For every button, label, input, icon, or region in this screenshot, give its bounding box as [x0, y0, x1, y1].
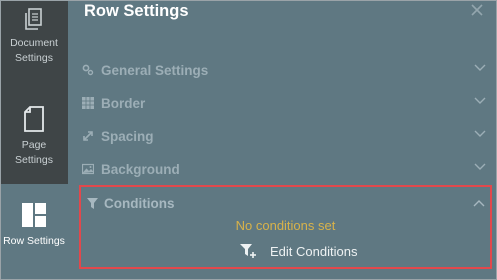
filter-icon	[87, 197, 98, 209]
filter-plus-icon	[240, 244, 256, 258]
edit-conditions-label: Edit Conditions	[270, 243, 358, 259]
section-label: Border	[101, 95, 146, 111]
settings-sidebar: Document Settings Page Settings Row Sett…	[0, 0, 68, 280]
page-icon	[24, 106, 44, 132]
no-conditions-text: No conditions set	[235, 218, 336, 233]
section-background[interactable]: Background	[82, 158, 486, 180]
section-border[interactable]: Border	[82, 92, 486, 114]
section-label: General Settings	[101, 62, 209, 78]
chevron-up-icon	[473, 200, 485, 207]
sidebar-item-row-settings[interactable]: Row Settings	[0, 184, 68, 280]
conditions-section: Conditions No conditions set Edit Condit…	[79, 185, 492, 269]
section-spacing[interactable]: Spacing	[82, 125, 486, 147]
section-conditions[interactable]: Conditions	[87, 193, 485, 213]
sidebar-item-label: Page	[21, 139, 47, 151]
chevron-down-icon	[474, 64, 486, 71]
section-label: Conditions	[104, 195, 175, 211]
document-icon	[25, 8, 42, 30]
section-label: Background	[101, 161, 180, 177]
section-label: Spacing	[101, 128, 154, 144]
edit-conditions-button[interactable]: Edit Conditions	[240, 240, 357, 262]
gears-icon	[82, 64, 94, 76]
row-layout-icon	[22, 203, 46, 227]
border-icon	[82, 97, 94, 109]
sidebar-item-page-settings[interactable]: Page Settings	[0, 96, 68, 180]
sidebar-item-label: Settings	[15, 52, 53, 64]
sidebar-item-label: Document	[10, 37, 58, 49]
chevron-down-icon	[474, 97, 486, 104]
sidebar-item-label: Row Settings	[3, 235, 65, 247]
chevron-down-icon	[474, 163, 486, 170]
close-icon[interactable]	[470, 3, 484, 17]
chevron-down-icon	[474, 130, 486, 137]
sidebar-item-document-settings[interactable]: Document Settings	[0, 0, 68, 92]
panel-title: Row Settings	[84, 2, 189, 20]
sidebar-item-label: Settings	[15, 154, 53, 166]
spacing-arrows-icon	[83, 131, 93, 141]
section-general-settings[interactable]: General Settings	[82, 59, 486, 81]
image-icon	[82, 163, 94, 175]
